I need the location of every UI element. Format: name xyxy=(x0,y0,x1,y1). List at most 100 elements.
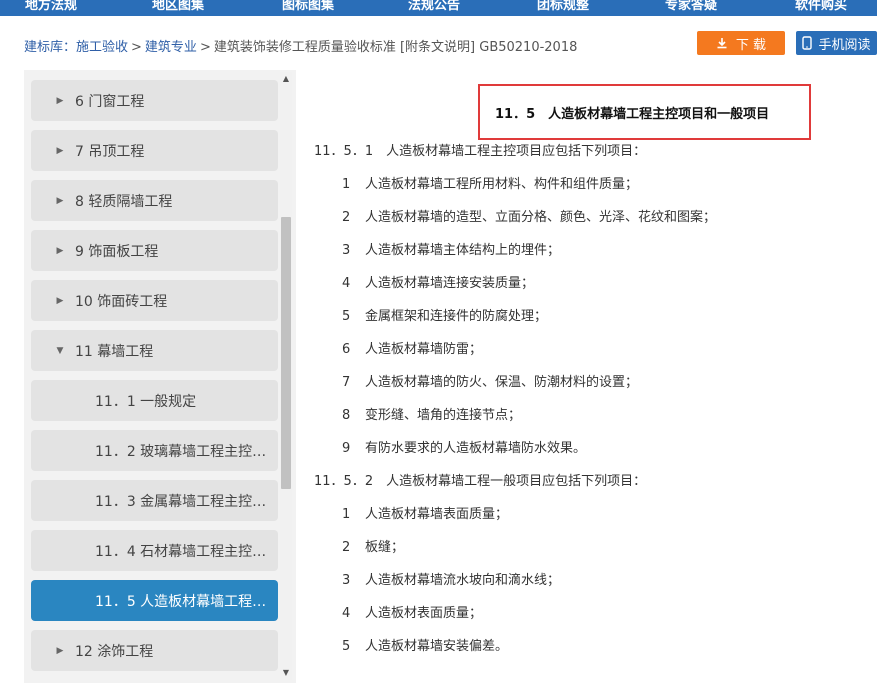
clause-item-number: 3 xyxy=(342,573,351,588)
breadcrumb-link-acceptance[interactable]: 建标库：施工验收 xyxy=(24,40,128,55)
sidebar-item-label: 9 饰面板工程 xyxy=(75,243,159,260)
clause-item-text: 人造板材幕墙表面质量； xyxy=(365,507,509,522)
sidebar-item-label: 11．4 石材幕墙工程主控项... xyxy=(95,543,273,560)
clause-item: 4 人造板材幕墙连接安装质量； xyxy=(342,272,534,291)
expand-arrow-icon: ▶ xyxy=(56,245,64,256)
sidebar-item-label: 11．2 玻璃幕墙工程主控项... xyxy=(95,443,273,460)
sidebar-item-ch6[interactable]: ▶ 6 门窗工程 xyxy=(31,80,278,121)
sidebar-item-label: 11．5 人造板材幕墙工程主... xyxy=(95,593,273,610)
clause-item-number: 4 xyxy=(342,606,351,621)
expand-arrow-icon: ▶ xyxy=(56,95,64,106)
clause-item-number: 4 xyxy=(342,276,351,291)
clause-item: 7 人造板材幕墙的防火、保温、防潮材料的设置； xyxy=(342,371,638,390)
clause-item: 1 人造板材幕墙工程所用材料、构件和组件质量； xyxy=(342,173,638,192)
nav-item-group-standards[interactable]: 团标规整 xyxy=(537,0,589,13)
download-icon xyxy=(717,38,727,49)
expand-arrow-icon: ▶ xyxy=(56,195,64,206)
clause-item: 6 人造板材幕墙防雷； xyxy=(342,338,482,357)
nav-item-software[interactable]: 软件购买 xyxy=(795,0,847,13)
nav-item-standard-atlas[interactable]: 图标图集 xyxy=(282,0,334,13)
section-title: 11．5 人造板材幕墙工程主控项目和一般项目 xyxy=(478,84,811,140)
clause-item-number: 1 xyxy=(342,507,351,522)
sidebar-item-label: 6 门窗工程 xyxy=(75,93,145,110)
scroll-down-arrow-icon[interactable]: ▼ xyxy=(280,666,292,680)
breadcrumb: 建标库：施工验收 > 建筑专业 > 建筑装饰装修工程质量验收标准 [附条文说明] GB5… xyxy=(24,36,577,55)
breadcrumb-separator: > xyxy=(131,40,142,55)
sidebar-item-label: 7 吊顶工程 xyxy=(75,143,145,160)
mobile-read-button[interactable]: 手机阅读 xyxy=(796,31,877,55)
clause-item: 5 人造板材幕墙安装偏差。 xyxy=(342,635,508,654)
breadcrumb-link-architecture[interactable]: 建筑专业 xyxy=(145,40,197,55)
clause-item-text: 人造板材幕墙连接安装质量； xyxy=(365,276,535,291)
sidebar-item-ch7[interactable]: ▶ 7 吊顶工程 xyxy=(31,130,278,171)
breadcrumb-separator: > xyxy=(199,40,211,55)
sidebar-item-ch12[interactable]: ▶ 12 涂饰工程 xyxy=(31,630,278,671)
clause-item: 3 人造板材幕墙流水坡向和滴水线； xyxy=(342,569,560,588)
clause-item-number: 1 xyxy=(342,177,351,192)
clause-item: 5 金属框架和连接件的防腐处理； xyxy=(342,305,547,324)
sidebar-item-11-1[interactable]: 11．1 一般规定 xyxy=(31,380,278,421)
clause-item-number: 3 xyxy=(342,243,351,258)
clause-heading: 11．5．2 人造板材幕墙工程一般项目应包括下列项目： xyxy=(314,474,647,489)
sidebar-item-ch9[interactable]: ▶ 9 饰面板工程 xyxy=(31,230,278,271)
clause-item-text: 人造板材幕墙防雷； xyxy=(365,342,483,357)
clause-item-number: 2 xyxy=(342,210,351,225)
clause-item: 4 人造板材表面质量； xyxy=(342,602,482,621)
expand-arrow-icon: ▶ xyxy=(56,145,64,156)
sidebar-item-label: 8 轻质隔墙工程 xyxy=(75,193,173,210)
clause-item: 8 变形缝、墙角的连接节点； xyxy=(342,404,521,423)
sidebar-item-ch8[interactable]: ▶ 8 轻质隔墙工程 xyxy=(31,180,278,221)
clause-item-number: 9 xyxy=(342,441,351,456)
top-navigation: 地方法规 地区图集 图标图集 法规公告 团标规整 专家答疑 软件购买 xyxy=(0,0,877,16)
chapter-sidebar: ▶ 6 门窗工程 ▶ 7 吊顶工程 ▶ 8 轻质隔墙工程 ▶ 9 饰面板工程 ▶ 10 饰… xyxy=(24,70,296,683)
sidebar-item-label: 12 涂饰工程 xyxy=(75,643,154,660)
nav-item-announcements[interactable]: 法规公告 xyxy=(408,0,460,13)
sidebar-scrollbar-thumb[interactable] xyxy=(281,217,291,489)
nav-item-local-regulations[interactable]: 地方法规 xyxy=(25,0,77,13)
clause-item-number: 8 xyxy=(342,408,351,423)
clause-item-number: 5 xyxy=(342,639,351,654)
mobile-read-label: 手机阅读 xyxy=(818,37,871,53)
nav-item-regional-atlas[interactable]: 地区图集 xyxy=(152,0,204,13)
clause-item-text: 人造板材幕墙工程所用材料、构件和组件质量； xyxy=(365,177,639,192)
clause-item: 1 人造板材幕墙表面质量； xyxy=(342,503,508,522)
clause-item-text: 人造板材幕墙主体结构上的埋件； xyxy=(365,243,561,258)
clause-item: 2 人造板材幕墙的造型、立面分格、颜色、光泽、花纹和图案； xyxy=(342,206,716,225)
scroll-up-arrow-icon[interactable]: ▲ xyxy=(280,72,292,86)
clause-item-text: 变形缝、墙角的连接节点； xyxy=(365,408,522,423)
sidebar-item-ch10[interactable]: ▶ 10 饰面砖工程 xyxy=(31,280,278,321)
sidebar-item-11-2[interactable]: 11．2 玻璃幕墙工程主控项... xyxy=(31,430,278,471)
clause-item-text: 人造板材幕墙的造型、立面分格、颜色、光泽、花纹和图案； xyxy=(365,210,717,225)
clause-item-number: 5 xyxy=(342,309,351,324)
clause-item-text: 金属框架和连接件的防腐处理； xyxy=(365,309,548,324)
clause-item: 3 人造板材幕墙主体结构上的埋件； xyxy=(342,239,560,258)
nav-item-expert-qa[interactable]: 专家答疑 xyxy=(665,0,717,13)
clause-item-number: 6 xyxy=(342,342,351,357)
clause-item-text: 人造板材幕墙安装偏差。 xyxy=(365,639,509,654)
mobile-phone-icon xyxy=(802,36,813,50)
download-button[interactable]: 下 载 xyxy=(697,31,785,55)
clause-item-text: 人造板材表面质量； xyxy=(365,606,483,621)
collapse-arrow-icon: ▼ xyxy=(56,345,64,356)
sidebar-item-label: 11 幕墙工程 xyxy=(75,343,154,360)
clause-item: 9 有防水要求的人造板材幕墙防水效果。 xyxy=(342,437,586,456)
sidebar-item-label: 11．1 一般规定 xyxy=(95,393,197,410)
expand-arrow-icon: ▶ xyxy=(56,645,64,656)
clause-item-number: 7 xyxy=(342,375,351,390)
sidebar-item-ch11[interactable]: ▼ 11 幕墙工程 xyxy=(31,330,278,371)
sidebar-item-label: 10 饰面砖工程 xyxy=(75,293,168,310)
sidebar-item-11-3[interactable]: 11．3 金属幕墙工程主控项... xyxy=(31,480,278,521)
expand-arrow-icon: ▶ xyxy=(56,295,64,306)
clause-item-text: 有防水要求的人造板材幕墙防水效果。 xyxy=(365,441,587,456)
clause-item-text: 人造板材幕墙流水坡向和滴水线； xyxy=(365,573,561,588)
clause-item-text: 板缝； xyxy=(365,540,405,555)
download-label: 下 载 xyxy=(735,37,767,53)
clause-heading: 11．5．1 人造板材幕墙工程主控项目应包括下列项目： xyxy=(314,144,647,159)
clause-item-text: 人造板材幕墙的防火、保温、防潮材料的设置； xyxy=(365,375,639,390)
breadcrumb-current[interactable]: 建筑装饰装修工程质量验收标准 [附条文说明] GB50210-2018 xyxy=(214,40,578,55)
sidebar-item-label: 11．3 金属幕墙工程主控项... xyxy=(95,493,273,510)
sidebar-item-11-5-active[interactable]: 11．5 人造板材幕墙工程主... xyxy=(31,580,278,621)
clause-item: 2 板缝； xyxy=(342,536,404,555)
sidebar-item-11-4[interactable]: 11．4 石材幕墙工程主控项... xyxy=(31,530,278,571)
clause-item-number: 2 xyxy=(342,540,351,555)
